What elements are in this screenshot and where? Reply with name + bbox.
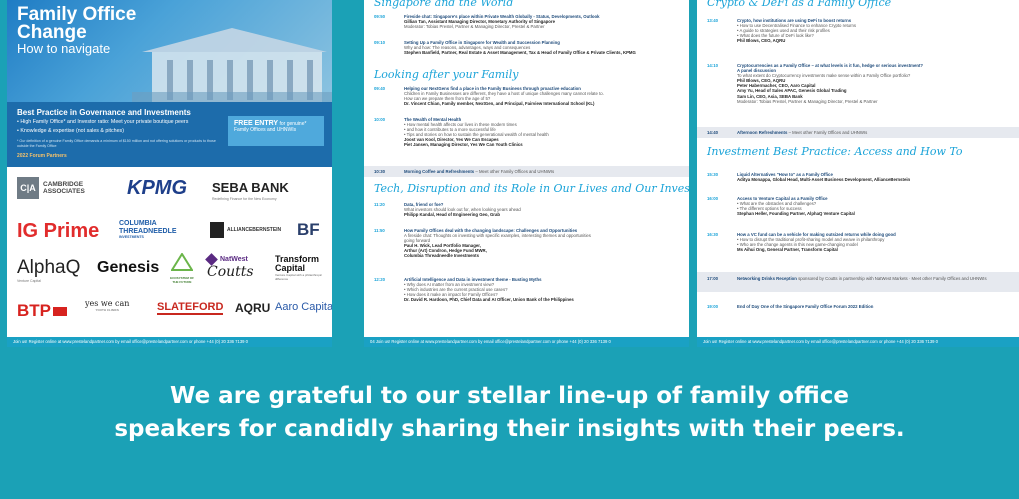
program-page-2: Singapore and the World 09:50 Fireside c…	[364, 0, 689, 347]
transform-capital-logo: Transform Capital Venture Capital with a…	[275, 254, 323, 282]
best-practice-footnote: * Our definition of a genuine Family Off…	[17, 139, 216, 148]
partner-logos: C|A CAMBRIDGE ASSOCIATES KPMG SEBA BANK …	[7, 167, 332, 337]
columbia-threadneedle-logo: COLUMBIA THREADNEEDLE INVESTMENTS	[119, 220, 177, 239]
slateford-logo: SLATEFORD	[157, 301, 224, 315]
break-band: 10:30 Morning Coffee and Refreshments – M…	[364, 166, 689, 177]
registration-footer: Join us! Register online at www.prestela…	[697, 337, 1019, 347]
section-title: Looking after your Family	[374, 68, 519, 81]
ecosystem-triangle-icon	[170, 252, 194, 271]
section-title: Singapore and the World	[374, 0, 514, 9]
free-entry-box: FREE ENTRY for genuine* Family Offices a…	[228, 116, 324, 146]
ecosystem-of-the-future-logo: ECOSYSTEM OF THE FUTURE	[167, 252, 197, 284]
agenda-item: 10:00 The Wealth of Mental Health • How m…	[374, 117, 549, 148]
cover-title: Family Office Change	[17, 4, 137, 43]
btp-logo: BTP	[17, 301, 67, 321]
alliancebernstein-mark	[210, 222, 224, 238]
alphaq-logo: AlphaQ Venture Capital	[17, 257, 81, 283]
ig-prime-logo: IG Prime	[17, 220, 100, 242]
thank-you-caption: We are grateful to our stellar line-up o…	[0, 380, 1019, 446]
agenda-item: 09:40 Helping our NextGens find a place …	[374, 86, 604, 107]
kpmg-logo: KPMG	[127, 177, 187, 199]
agenda-item: 09:10 Setting Up a Family Office in Sing…	[374, 40, 636, 56]
section-title: Tech, Disruption and its Role in Our Liv…	[374, 182, 689, 195]
bf-logo: BF	[297, 220, 320, 239]
cambridge-logo: C|A CAMBRIDGE ASSOCIATES	[17, 177, 93, 199]
agenda-item: 12:20 Artificial Intelligence and Data i…	[374, 277, 574, 303]
agenda-item: 11:50 How Family Offices deal with the c…	[374, 228, 591, 259]
flag-icon	[53, 306, 67, 316]
caption-line: We are grateful to our stellar line-up o…	[170, 383, 849, 409]
free-entry-label: FREE ENTRY	[234, 120, 279, 127]
aqru-logo: AQRU	[235, 301, 271, 315]
agenda-item: 19:00 End of Day One of the Singapore Fa…	[707, 304, 874, 309]
agenda-item: 16:00 Access to Venture Capital as a Fam…	[707, 196, 855, 217]
building-illustration	[132, 28, 332, 102]
agenda-item: 09:50 Fireside chat: Singapore's place w…	[374, 14, 600, 30]
agenda-item: 13:40 Crypto, how institutions are using…	[707, 18, 857, 44]
break-band: 17:00 Networking Drinks Reception sponsor…	[697, 272, 1019, 292]
seba-bank-logo: SEBA BANK Redefining Finance for the New…	[212, 180, 289, 201]
registration-footer: 04 Join us! Register online at www.prest…	[364, 337, 689, 347]
yes-we-can-logo: yes we can YOUTH CLINICS	[85, 299, 130, 312]
caption-line: speakers for candidly sharing their insi…	[114, 416, 905, 442]
section-title: Investment Best Practice: Access and How…	[707, 145, 963, 158]
best-practice-panel: Best Practice in Governance and Investme…	[7, 102, 332, 167]
agenda-item: 16:30 How a VC fund can be a vehicle for…	[707, 232, 896, 253]
agenda-item: 11:20 Data, friend or foe? What investors…	[374, 202, 521, 218]
genesis-logo: Genesis	[97, 259, 160, 276]
agenda-item: 15:30 Liquid Alternatives "How to" as a …	[707, 172, 911, 183]
cover-subtitle: How to navigate	[17, 41, 111, 56]
aaro-capital-logo: Aaro Capital	[275, 301, 332, 313]
brochure-cover-page: Family Office Change How to navigate Best…	[7, 0, 332, 347]
break-band: 14:40 Afternoon Refreshments – Meet other…	[697, 127, 1019, 138]
section-title: Crypto & DeFi as a Family Office	[707, 0, 892, 9]
natwest-coutts-logo: NatWest Coutts	[205, 253, 254, 280]
registration-footer: Join us! Register online at www.prestela…	[7, 337, 332, 347]
cambridge-logo-mark: C|A	[17, 177, 39, 199]
alliancebernstein-logo: ALLIANCEBERNSTEIN	[210, 222, 281, 238]
cover-banner: Family Office Change How to navigate	[7, 0, 332, 102]
agenda-item: 14:10 Cryptocurrencies as a Family Offic…	[707, 63, 924, 104]
forum-partners-title: 2022 Forum Partners	[17, 153, 67, 159]
program-page-3: Crypto & DeFi as a Family Office 13:40 C…	[697, 0, 1019, 347]
